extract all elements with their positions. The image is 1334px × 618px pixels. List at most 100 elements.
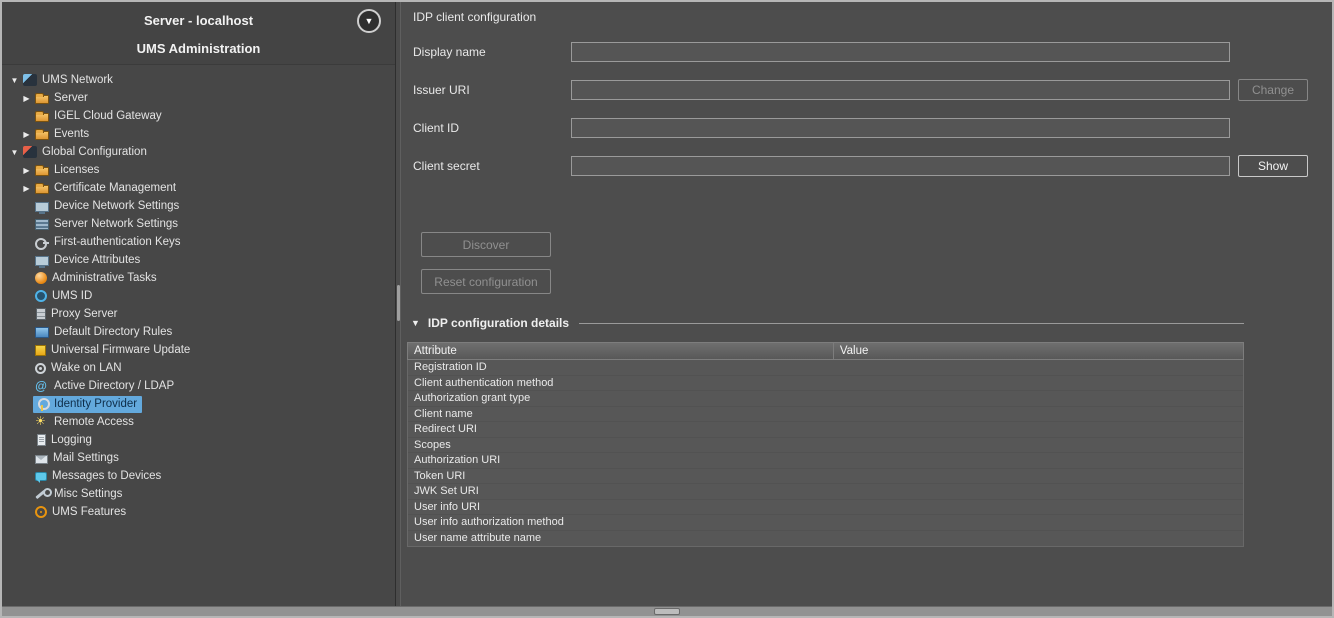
tree-item-label: Universal Firmware Update — [51, 344, 190, 356]
table-row[interactable]: Client authentication method — [408, 376, 1243, 392]
tree-item-label: UMS Network — [42, 74, 113, 86]
tree-node-content: Logging — [33, 432, 97, 449]
expand-arrow-icon[interactable]: ▶ — [20, 94, 33, 103]
table-row[interactable]: Scopes — [408, 438, 1243, 454]
expand-arrow-icon[interactable]: ▶ — [20, 166, 33, 175]
table-row[interactable]: Client name — [408, 407, 1243, 423]
splitter-handle[interactable] — [397, 285, 400, 321]
tree-item-label: Identity Provider — [54, 398, 137, 410]
idp-details-table: Attribute Value Registration IDClient au… — [407, 342, 1244, 547]
show-button[interactable]: Show — [1238, 155, 1308, 177]
collapse-arrow-icon[interactable]: ▼ — [8, 76, 21, 85]
tree-item-global-configuration[interactable]: ▼ Global Configuration — [6, 143, 391, 161]
tree-item-ums-network[interactable]: ▼ UMS Network — [6, 71, 391, 89]
details-section-title: IDP configuration details — [428, 316, 569, 330]
remote-access-icon — [35, 416, 49, 429]
display-name-label: Display name — [413, 45, 571, 59]
expand-arrow-icon[interactable]: ▶ — [20, 130, 33, 139]
table-row[interactable]: Redirect URI — [408, 422, 1243, 438]
change-button[interactable]: Change — [1238, 79, 1308, 101]
tree-item-mail-settings[interactable]: Mail Settings — [6, 449, 391, 467]
table-row[interactable]: User name attribute name — [408, 531, 1243, 547]
column-header-attribute[interactable]: Attribute — [408, 343, 834, 359]
tree-node-content: Proxy Server — [33, 306, 122, 323]
tree-node-content: Identity Provider — [33, 396, 142, 413]
tree-item-logging[interactable]: Logging — [6, 431, 391, 449]
value-cell — [834, 438, 1243, 453]
table-row[interactable]: Authorization grant type — [408, 391, 1243, 407]
tree-item-default-directory-rules[interactable]: Default Directory Rules — [6, 323, 391, 341]
tree-item-label: First-authentication Keys — [54, 236, 181, 248]
tree-item-device-network-settings[interactable]: Device Network Settings — [6, 197, 391, 215]
tree-item-label: UMS Features — [52, 506, 126, 518]
expand-arrow-icon[interactable]: ▶ — [20, 184, 33, 193]
tree-item-label: Default Directory Rules — [54, 326, 172, 338]
attribute-cell: Client authentication method — [408, 376, 834, 391]
discover-button[interactable]: Discover — [421, 232, 551, 257]
table-row[interactable]: Registration ID — [408, 360, 1243, 376]
client-id-input[interactable] — [571, 118, 1230, 138]
tree-node-content: Remote Access — [33, 414, 139, 431]
tree-item-igel-cloud-gateway[interactable]: IGEL Cloud Gateway — [6, 107, 391, 125]
collapse-arrow-icon[interactable]: ▼ — [8, 148, 21, 157]
ums-network-icon — [23, 74, 37, 86]
resize-handle[interactable] — [654, 608, 680, 615]
global-config-icon — [23, 146, 37, 158]
panel-splitter[interactable] — [396, 2, 401, 606]
tree-item-licenses[interactable]: ▶Licenses — [6, 161, 391, 179]
tree-item-server[interactable]: ▶ Server — [6, 89, 391, 107]
action-slot: Change — [1238, 79, 1316, 101]
tree-item-label: IGEL Cloud Gateway — [54, 110, 162, 122]
table-row[interactable]: User info authorization method — [408, 515, 1243, 531]
tree-node-content: Server — [33, 90, 93, 107]
table-row[interactable]: Authorization URI — [408, 453, 1243, 469]
tree-item-device-attributes[interactable]: Device Attributes — [6, 251, 391, 269]
client-secret-input[interactable] — [571, 156, 1230, 176]
tree-node-content: UMS ID — [33, 288, 97, 305]
table-row[interactable]: User info URI — [408, 500, 1243, 516]
device-network-icon — [35, 202, 49, 212]
tree-item-misc-settings[interactable]: Misc Settings — [6, 485, 391, 503]
tree-item-identity-provider[interactable]: Identity Provider — [6, 395, 391, 413]
nav-tree: ▼ UMS Network ▶ Server IGEL Cloud Gateway ▶ Ev… — [2, 65, 395, 606]
tree-item-first-authentication-keys[interactable]: First-authentication Keys — [6, 233, 391, 251]
tree-node-content: Licenses — [33, 162, 104, 179]
tree-item-ums-id[interactable]: UMS ID — [6, 287, 391, 305]
directory-rules-icon — [35, 327, 49, 338]
tree-item-administrative-tasks[interactable]: Administrative Tasks — [6, 269, 391, 287]
attribute-cell: User name attribute name — [408, 531, 834, 547]
tree-item-label: Events — [54, 128, 89, 140]
issuer-uri-input[interactable] — [571, 80, 1230, 100]
tree-item-events[interactable]: ▶ Events — [6, 125, 391, 143]
ums-id-icon — [35, 290, 47, 302]
tree-item-active-directory-ldap[interactable]: Active Directory / LDAP — [6, 377, 391, 395]
tree-item-server-network-settings[interactable]: Server Network Settings — [6, 215, 391, 233]
server-dropdown-button[interactable]: ▼ — [357, 9, 381, 33]
value-cell — [834, 484, 1243, 499]
table-row[interactable]: Token URI — [408, 469, 1243, 485]
tree-item-messages-to-devices[interactable]: Messages to Devices — [6, 467, 391, 485]
column-header-value[interactable]: Value — [834, 343, 1243, 359]
tree-node-content: Global Configuration — [21, 144, 152, 161]
tree-item-ums-features[interactable]: UMS Features — [6, 503, 391, 521]
table-row[interactable]: JWK Set URI — [408, 484, 1243, 500]
collapse-arrow-icon[interactable]: ▼ — [411, 318, 420, 328]
tree-item-label: Global Configuration — [42, 146, 147, 158]
issuer-uri-label: Issuer URI — [413, 83, 571, 97]
form-row: Client secret Show — [413, 155, 1316, 177]
value-cell — [834, 453, 1243, 468]
tree-node-content: First-authentication Keys — [33, 234, 186, 251]
tree-item-remote-access[interactable]: Remote Access — [6, 413, 391, 431]
tree-item-label: Server — [54, 92, 88, 104]
tree-item-certificate-management[interactable]: ▶Certificate Management — [6, 179, 391, 197]
tree-item-wake-on-lan[interactable]: Wake on LAN — [6, 359, 391, 377]
page-title: IDP client configuration — [401, 2, 1332, 26]
panel-subtitle: UMS Administration — [2, 37, 395, 64]
display-name-input[interactable] — [571, 42, 1230, 62]
reset-configuration-button[interactable]: Reset configuration — [421, 269, 551, 294]
client-id-label: Client ID — [413, 121, 571, 135]
navigation-panel: Server - localhost ▼ UMS Administration … — [2, 2, 396, 606]
tree-item-universal-firmware-update[interactable]: Universal Firmware Update — [6, 341, 391, 359]
tree-item-proxy-server[interactable]: Proxy Server — [6, 305, 391, 323]
server-network-icon — [35, 219, 49, 230]
